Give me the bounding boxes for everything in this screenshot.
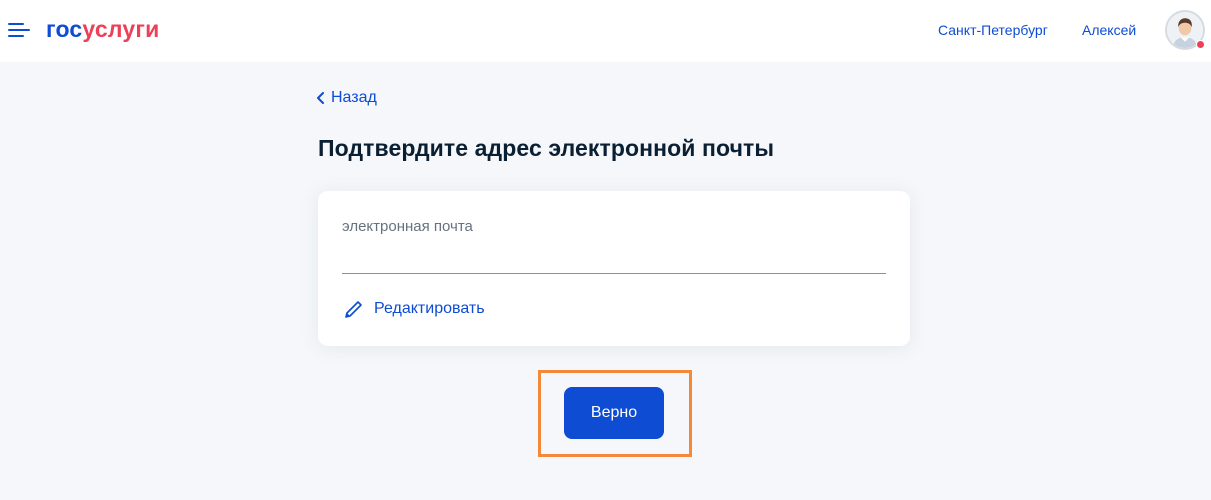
pencil-icon — [345, 301, 362, 318]
email-field-value-redacted — [342, 239, 542, 255]
user-name-link[interactable]: Алексей — [1082, 22, 1136, 38]
edit-email-label: Редактировать — [374, 300, 485, 317]
back-link[interactable]: Назад — [316, 89, 377, 107]
back-link-label: Назад — [331, 89, 377, 106]
notification-dot — [1196, 40, 1205, 49]
top-header: госуслуги Санкт-Петербург Алексей — [0, 0, 1211, 62]
page-title: Подтвердите адрес электронной почты — [318, 135, 775, 161]
gosuslugi-logo[interactable]: госуслуги — [46, 16, 159, 43]
email-field-underline — [342, 273, 886, 274]
region-link[interactable]: Санкт-Петербург — [938, 22, 1048, 38]
email-card: электронная почта Редактировать — [318, 191, 910, 346]
chevron-left-icon — [317, 92, 324, 104]
logo-text-gos: гос — [46, 16, 83, 42]
hamburger-menu-icon[interactable] — [8, 20, 30, 40]
email-field-label: электронная почта — [342, 218, 473, 235]
logo-text-uslugi: услуги — [82, 16, 160, 42]
confirm-button[interactable]: Верно — [564, 387, 664, 439]
edit-email-link[interactable]: Редактировать — [344, 299, 485, 319]
